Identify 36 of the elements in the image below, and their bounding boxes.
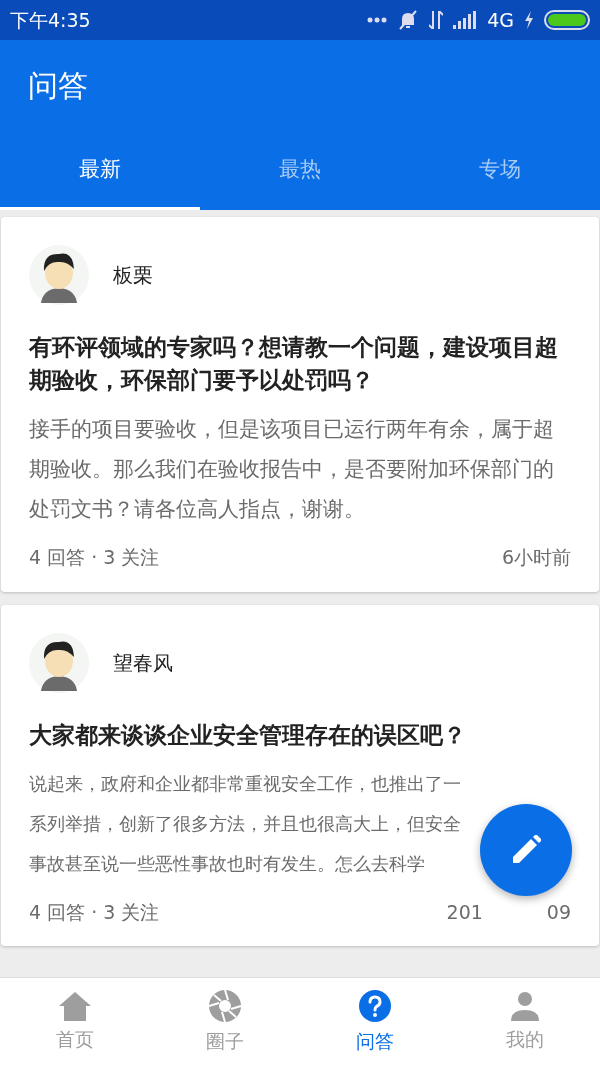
battery-icon — [544, 10, 590, 30]
aperture-icon — [208, 989, 242, 1024]
data-arrows-icon — [429, 11, 444, 29]
nav-item[interactable]: 圈子 — [150, 978, 300, 1067]
page-title: 问答 — [28, 66, 88, 105]
muted-bell-icon — [397, 10, 420, 30]
question-excerpt: 接手的项目要验收，但是该项目已运行两年有余，属于超期验收。那么我们在验收报告中，是否要附加环保部门的处罚文书？请各位高人指点，谢谢。 — [29, 416, 555, 523]
home-icon — [58, 991, 92, 1022]
question-card[interactable]: 望春风 大家都来谈谈企业安全管理存在的误区吧？ 说起来，政府和企业都非常重视安全工作，也推出了一系列举措，创新了很多方法，并且也很高大上，但安全事故甚至说一些恶性事故也时有发生。怎么去科学 4 回答 · 3 关注 201 09 — [1, 604, 599, 946]
network-type: 4G — [487, 7, 514, 33]
post-date: 6小时前 — [501, 545, 571, 570]
signal-icon — [453, 11, 478, 29]
nav-item[interactable]: 首页 — [0, 978, 150, 1067]
author-name: 望春风 — [113, 649, 173, 677]
question-icon — [358, 989, 392, 1024]
charging-icon — [524, 11, 534, 29]
question-title: 大家都来谈谈企业安全管理存在的误区吧？ — [29, 720, 467, 750]
tab[interactable]: 最热 — [200, 130, 400, 210]
tab[interactable]: 专场 — [400, 130, 600, 210]
question-card[interactable]: 板栗 有环评领域的专家吗？想请教一个问题，建设项目超期验收，环保部门要予以处罚吗？ 接手的项目要验收，但是该项目已运行两年有余，属于超期验收。那么我们在验收报告中，是否要附加环保部门的处罚文书？请各位高人指点，谢谢。 4 回答 · 3 关注 6小时前 — [1, 217, 599, 592]
avatar-icon — [29, 245, 89, 305]
post-date: 201 — [446, 899, 483, 925]
more-icon — [367, 17, 388, 23]
author-name: 板栗 — [113, 262, 153, 289]
nav-item[interactable]: 问答 — [300, 978, 450, 1067]
answer-stats: 4 回答 · 3 关注 — [29, 899, 160, 925]
tab[interactable]: 最新 — [0, 130, 200, 210]
question-title: 有环评领域的专家吗？想请教一个问题，建设项目超期验收，环保部门要予以处罚吗？ — [29, 333, 559, 395]
status-time: 下午4:35 — [10, 7, 91, 33]
nav-item[interactable]: 我的 — [450, 978, 600, 1067]
person-icon — [510, 991, 540, 1022]
question-excerpt: 说起来，政府和企业都非常重视安全工作，也推出了一系列举措，创新了很多方法，并且也很高大上，但安全事故甚至说一些恶性事故也时有发生。怎么去科学 — [29, 772, 462, 876]
avatar-icon — [29, 632, 89, 693]
pencil-icon — [511, 835, 541, 865]
answer-stats: 4 回答 · 3 关注 — [29, 545, 160, 570]
post-date: 09 — [546, 899, 571, 925]
